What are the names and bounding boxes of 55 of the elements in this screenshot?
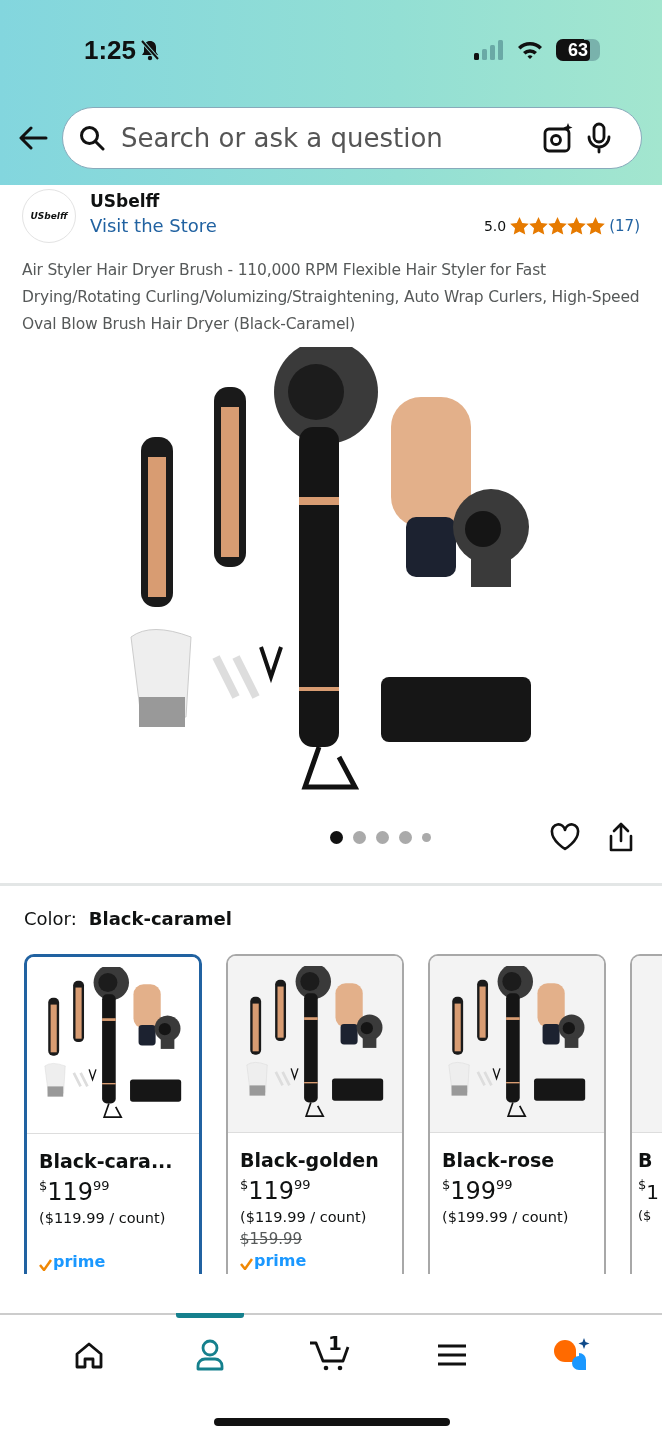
variant-card[interactable]: Black-golden $^{$}$119$^{99}$ ($119.99 / count) $159.99 prime (226, 954, 404, 1274)
check-icon (39, 1259, 52, 1271)
variant-card[interactable]: Black-rose $^{$}$199$^{99}$ ($199.99 / count) (428, 954, 606, 1274)
person-icon[interactable] (195, 1339, 224, 1371)
unit-price: ($199.99 / count) (442, 1209, 570, 1225)
search-field[interactable]: Search or ask a question (62, 107, 642, 169)
variant-card[interactable]: Black-cara... $^{$}$119$^{99}$ ($119.99 / count) prime (24, 954, 202, 1274)
price: $^{$}$119$^{99}$ (240, 1177, 312, 1205)
page-dot[interactable] (421, 832, 431, 842)
page-dot[interactable] (329, 830, 343, 844)
variant-name: Black-golden (240, 1149, 380, 1171)
search-icon (79, 125, 105, 151)
camera-icon[interactable] (543, 123, 573, 153)
bell-muted-icon (140, 39, 161, 61)
clock-time: 1:25 (84, 34, 137, 66)
star-icon (510, 216, 530, 235)
share-icon[interactable] (608, 822, 634, 852)
cart-button[interactable]: 1 (308, 1337, 353, 1373)
star-rating[interactable] (510, 216, 606, 235)
search-input[interactable]: Search or ask a question (119, 122, 529, 154)
product-title: Air Styler Hair Dryer Brush - 110,000 RPM Flexible Hair Styler for Fast Drying/Rotating Curling/Volumizing/Straightening, Auto Wrap Curlers, High-Speed Oval Blow Brush Hair Dryer (Black-Caramel) (21, 260, 641, 335)
wifi-icon (516, 40, 544, 60)
prime-label: prime (254, 1252, 307, 1270)
prime-label: prime (53, 1253, 106, 1271)
menu-icon[interactable] (437, 1344, 468, 1366)
heart-icon[interactable] (550, 823, 580, 851)
price: $^{$}$1 (638, 1177, 660, 1204)
unit-price: ($119.99 / count) (240, 1209, 368, 1225)
variant-name: Black-rose (442, 1149, 556, 1171)
list-price: $159.99 (240, 1230, 304, 1248)
page-dot[interactable] (398, 830, 412, 844)
home-icon[interactable] (73, 1341, 104, 1369)
unit-price: ($119.99 / count) (39, 1210, 167, 1226)
review-count-link[interactable]: (17) (609, 216, 640, 235)
price: $^{$}$199$^{99}$ (442, 1177, 514, 1205)
page-dot[interactable] (375, 830, 389, 844)
star-icon (548, 216, 568, 235)
signal-icon (474, 40, 504, 60)
unit-price: ($ (638, 1208, 653, 1223)
variant-card[interactable]: B $^{$}$1 ($ (630, 954, 662, 1274)
variant-name: Black-cara... (39, 1150, 174, 1172)
price: $^{$}$119$^{99}$ (39, 1178, 111, 1206)
seller-name: USbelff (90, 191, 161, 211)
back-arrow-icon[interactable] (18, 126, 48, 150)
variant-name: B (638, 1149, 654, 1171)
rating-value: 5.0 (483, 217, 507, 234)
star-icon (567, 216, 587, 235)
check-icon (240, 1258, 253, 1270)
microphone-icon[interactable] (587, 122, 611, 154)
page-dot[interactable] (352, 830, 366, 844)
star-icon (529, 216, 549, 235)
store-link[interactable]: Visit the Store (90, 215, 217, 236)
star-icon (586, 216, 606, 235)
color-label: Color: (24, 908, 77, 929)
selected-color: Black-caramel (88, 908, 232, 929)
